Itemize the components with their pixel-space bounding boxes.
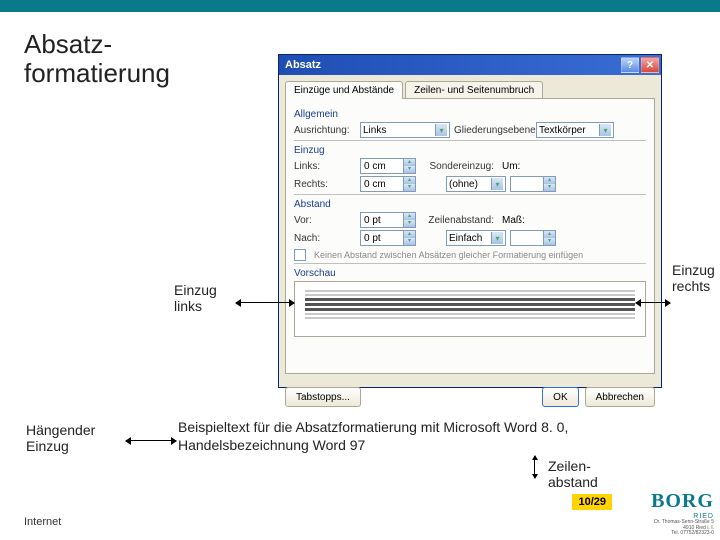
no-space-checkbox[interactable] bbox=[294, 249, 306, 261]
section-general: Allgemein bbox=[294, 109, 646, 120]
after-label: Nach: bbox=[294, 233, 356, 244]
alignment-combo[interactable]: Links▾ bbox=[360, 122, 450, 138]
chevron-down-icon: ▾ bbox=[491, 178, 503, 190]
ok-button[interactable]: OK bbox=[542, 387, 578, 407]
before-spin[interactable]: 0 pt▴▾ bbox=[360, 212, 416, 228]
arrow-linespace bbox=[534, 456, 535, 478]
arrow-hanging bbox=[126, 440, 176, 441]
outline-combo[interactable]: Textkörper▾ bbox=[536, 122, 614, 138]
alignment-label: Ausrichtung: bbox=[294, 125, 356, 136]
indent-right-spin[interactable]: 0 cm▴▾ bbox=[360, 176, 416, 192]
by-spin[interactable]: ▴▾ bbox=[510, 176, 556, 192]
special-combo[interactable]: (ohne)▾ bbox=[446, 176, 506, 192]
section-spacing: Abstand bbox=[294, 199, 646, 210]
by-label: Um: bbox=[502, 161, 528, 172]
top-accent-bar bbox=[0, 0, 720, 12]
tab-linebreaks[interactable]: Zeilen- und Seitenumbruch bbox=[405, 81, 543, 99]
dialog-titlebar: Absatz ? ✕ bbox=[279, 55, 661, 75]
annotation-einzug-rechts: Einzugrechts bbox=[672, 262, 720, 294]
arrow-einzug-rechts bbox=[636, 302, 670, 303]
tab-indents[interactable]: Einzüge und Abstände bbox=[285, 81, 403, 99]
after-spin[interactable]: 0 pt▴▾ bbox=[360, 230, 416, 246]
slide-title: Absatz-formatierung bbox=[0, 12, 230, 87]
footer-internet: Internet bbox=[24, 516, 61, 528]
page-number-badge: 10/29 bbox=[572, 494, 612, 510]
close-icon[interactable]: ✕ bbox=[641, 57, 659, 73]
indent-left-spin[interactable]: 0 cm▴▾ bbox=[360, 158, 416, 174]
chevron-down-icon: ▾ bbox=[599, 124, 611, 136]
chevron-down-icon: ▾ bbox=[491, 232, 503, 244]
dialog-panel: Allgemein Ausrichtung: Links▾ Gliederung… bbox=[285, 98, 655, 374]
special-label: Sondereinzug: bbox=[420, 161, 498, 172]
school-logo: BORG RIED Dr. Thomas-Senn-Straße 54910 R… bbox=[618, 490, 714, 534]
outline-label: Gliederungsebene: bbox=[454, 125, 532, 136]
before-label: Vor: bbox=[294, 215, 356, 226]
help-icon[interactable]: ? bbox=[621, 57, 639, 73]
dialog-title: Absatz bbox=[285, 59, 321, 71]
paragraph-dialog: Absatz ? ✕ Einzüge und Abstände Zeilen- … bbox=[278, 54, 662, 388]
preview-label: Vorschau bbox=[294, 268, 646, 279]
indent-left-label: Links: bbox=[294, 161, 356, 172]
tabstops-button[interactable]: Tabstopps... bbox=[285, 387, 361, 407]
cancel-button[interactable]: Abbrechen bbox=[585, 387, 655, 407]
linespacing-label: Zeilenabstand: bbox=[420, 215, 498, 226]
chevron-down-icon: ▾ bbox=[435, 124, 447, 136]
annotation-hanging: HängenderEinzug bbox=[26, 422, 116, 454]
annotation-einzug-links: Einzuglinks bbox=[174, 282, 234, 314]
section-indent: Einzug bbox=[294, 145, 646, 156]
linespacing-combo[interactable]: Einfach▾ bbox=[446, 230, 506, 246]
annotation-linespace: Zeilen-abstand bbox=[548, 458, 618, 490]
dialog-tabs: Einzüge und Abstände Zeilen- und Seitenu… bbox=[279, 75, 661, 99]
example-text: Beispieltext für die Absatzformatierung … bbox=[178, 418, 648, 454]
indent-right-label: Rechts: bbox=[294, 179, 356, 190]
arrow-einzug-links bbox=[236, 302, 294, 303]
at-spin[interactable]: ▴▾ bbox=[510, 230, 556, 246]
no-space-label: Keinen Abstand zwischen Absätzen gleiche… bbox=[314, 250, 583, 260]
preview-box bbox=[294, 281, 646, 337]
at-label: Maß: bbox=[502, 215, 528, 226]
